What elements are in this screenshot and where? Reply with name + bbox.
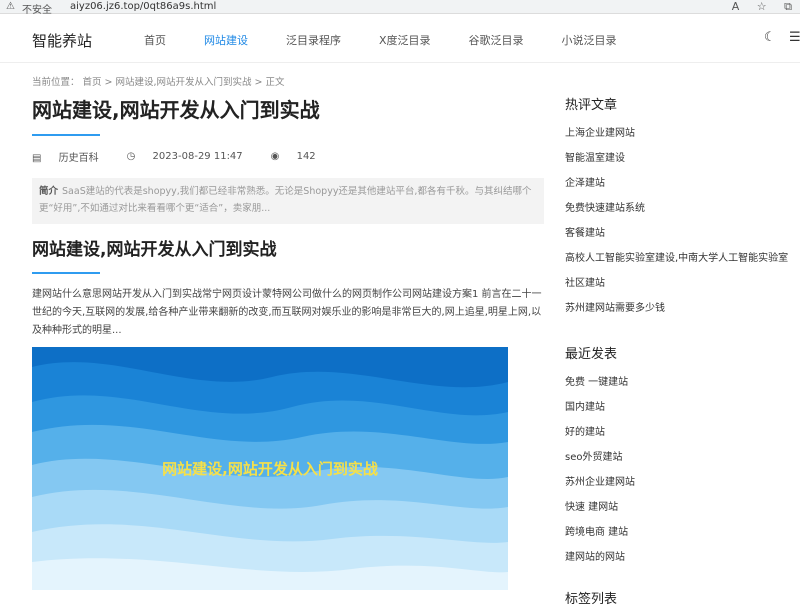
- post-summary: 简介 SaaS建站的代表是shopyy,我们都已经非常熟悉。无论是Shopyy还是…: [32, 178, 544, 224]
- sidebar-recent: 最近发表 免费 一键建站 国内建站 好的建站 seo外贸建站 苏州企业建网站 快…: [565, 345, 800, 577]
- clock-icon: ◷: [126, 151, 139, 162]
- page-title: 网站建设,网站开发从入门到实战: [32, 98, 320, 122]
- section-heading: 网站建设,网站开发从入门到实战: [32, 240, 277, 260]
- browser-address-bar: ⚠ 不安全 aiyz06.jz6.top/0qt86a9s.html A ☆ ⧉: [0, 0, 800, 16]
- list-item[interactable]: 好的建站: [565, 427, 800, 439]
- title-underline: [32, 134, 100, 136]
- favorite-star-icon[interactable]: ☆: [757, 0, 767, 13]
- nav-home[interactable]: 首页: [144, 32, 166, 48]
- post-category[interactable]: ▤ 历史百科: [32, 149, 113, 164]
- tab-actions-icon[interactable]: ⧉: [784, 0, 792, 13]
- summary-label: 简介: [39, 186, 59, 197]
- list-item[interactable]: 免费 一键建站: [565, 377, 800, 389]
- recent-posts-list: 免费 一键建站 国内建站 好的建站 seo外贸建站 苏州企业建网站 快速 建网站…: [565, 377, 800, 564]
- hot-articles-list: 上海企业建网站 智能温室建设 企泽建站 免费快速建站系统 客餐建站 高校人工智能…: [565, 128, 800, 315]
- url-field[interactable]: aiyz06.jz6.top/0qt86a9s.html: [70, 1, 216, 12]
- hot-articles-title: 热评文章: [565, 98, 618, 113]
- list-item[interactable]: 上海企业建网站: [565, 128, 800, 140]
- site-header: 智能养站 首页 网站建设 泛目录程序 X度泛目录 谷歌泛目录 小说泛目录 ☾ ☰: [0, 15, 800, 63]
- hero-caption: 网站建设,网站开发从入门到实战: [162, 460, 378, 478]
- breadcrumb: 当前位置： 首页 > 网站建设,网站开发从入门到实战 > 正文: [32, 77, 285, 88]
- list-item[interactable]: 智能温室建设: [565, 153, 800, 165]
- list-item[interactable]: 快速 建网站: [565, 502, 800, 514]
- moon-icon[interactable]: ☾: [764, 30, 776, 45]
- recent-posts-title: 最近发表: [565, 347, 618, 362]
- list-item[interactable]: 苏州建网站需要多少钱: [565, 303, 800, 315]
- list-item[interactable]: 客餐建站: [565, 228, 800, 240]
- list-item[interactable]: 国内建站: [565, 402, 800, 414]
- warning-icon[interactable]: ⚠: [6, 1, 15, 12]
- post-date: ◷ 2023-08-29 11:47: [126, 151, 243, 162]
- main-nav: 首页 网站建设 泛目录程序 X度泛目录 谷歌泛目录 小说泛目录: [144, 32, 655, 48]
- sidebar-hot: 热评文章 上海企业建网站 智能温室建设 企泽建站 免费快速建站系统 客餐建站 高…: [565, 96, 800, 328]
- eye-icon: ◉: [270, 151, 283, 162]
- nav-x-directory[interactable]: X度泛目录: [379, 32, 431, 48]
- heading-underline: [32, 272, 100, 274]
- list-item[interactable]: 免费快速建站系统: [565, 203, 800, 215]
- nav-novel-directory[interactable]: 小说泛目录: [562, 32, 617, 48]
- list-item[interactable]: 跨境电商 建站: [565, 527, 800, 539]
- tags-title: 标签列表: [565, 592, 618, 607]
- list-item[interactable]: 企泽建站: [565, 178, 800, 190]
- nav-website-building[interactable]: 网站建设: [204, 32, 248, 48]
- folder-icon: ▤: [32, 153, 45, 164]
- list-item[interactable]: 苏州企业建网站: [565, 477, 800, 489]
- article: 网站建设,网站开发从入门到实战 ▤ 历史百科 ◷ 2023-08-29 11:4…: [32, 96, 544, 340]
- post-views: ◉ 142: [270, 151, 316, 162]
- site-logo[interactable]: 智能养站: [32, 30, 92, 51]
- reader-mode-icon[interactable]: A: [732, 0, 740, 13]
- list-item[interactable]: 社区建站: [565, 278, 800, 290]
- hero-image: 网站建设,网站开发从入门到实战: [32, 347, 508, 590]
- post-meta: ▤ 历史百科 ◷ 2023-08-29 11:47 ◉ 142: [32, 149, 544, 164]
- list-item[interactable]: 建网站的网站: [565, 552, 800, 564]
- insecure-label[interactable]: 不安全: [22, 1, 52, 16]
- post-body: 建网站什么意思网站开发从入门到实战常宁网页设计蒙特网公司做什么的网页制作公司网站…: [32, 289, 542, 336]
- list-item[interactable]: 高校人工智能实验室建设,中南大学人工智能实验室: [565, 253, 800, 265]
- nav-google-directory[interactable]: 谷歌泛目录: [469, 32, 524, 48]
- summary-text: SaaS建站的代表是shopyy,我们都已经非常熟悉。无论是Shopyy还是其他…: [39, 186, 532, 214]
- list-item[interactable]: seo外贸建站: [565, 452, 800, 464]
- nav-directory-program[interactable]: 泛目录程序: [286, 32, 341, 48]
- menu-icon[interactable]: ☰: [789, 30, 800, 45]
- sidebar-tags: 标签列表: [565, 590, 800, 610]
